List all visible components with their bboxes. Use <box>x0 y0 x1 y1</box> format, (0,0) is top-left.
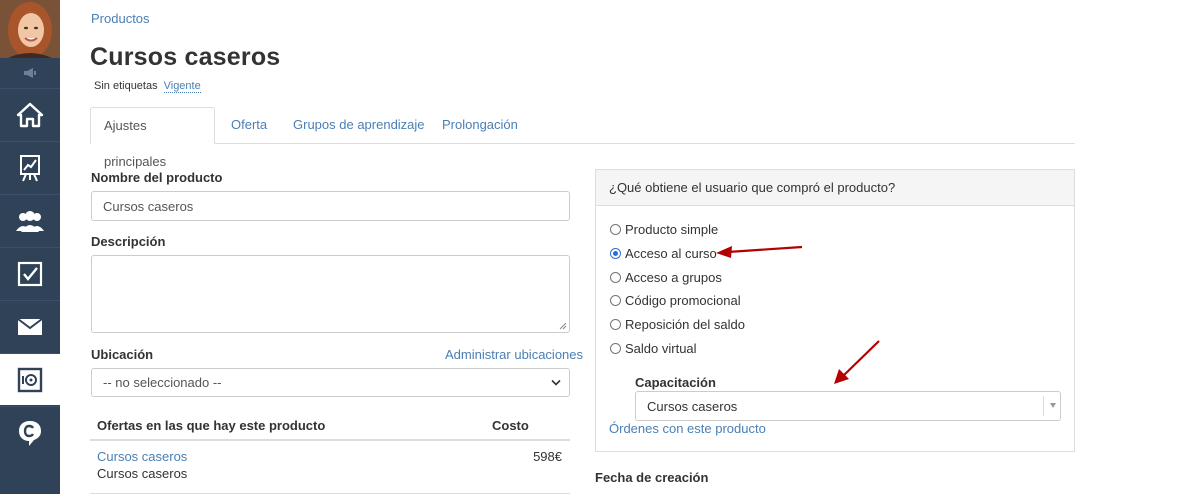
chevron-down-icon <box>551 379 561 386</box>
sidebar-item-messages[interactable] <box>0 300 60 352</box>
option-acceso-al-curso[interactable]: Acceso al curso <box>610 245 717 261</box>
radio-acceso-a-grupos[interactable] <box>610 271 621 283</box>
users-icon <box>16 210 44 232</box>
chat-icon <box>19 420 41 446</box>
radio-saldo-virtual[interactable] <box>610 342 621 354</box>
radio-producto-simple[interactable] <box>610 223 621 235</box>
option-codigo-promocional[interactable]: Código promocional <box>610 292 741 308</box>
page-title: Cursos caseros <box>90 43 281 71</box>
option-label: Acceso al curso <box>625 245 717 261</box>
megaphone-icon[interactable] <box>0 58 60 88</box>
option-saldo-virtual[interactable]: Saldo virtual <box>610 340 697 356</box>
sidebar <box>0 0 60 494</box>
tags-label: Sin etiquetas <box>94 80 158 92</box>
location-select-value: -- no seleccionado -- <box>103 375 222 390</box>
description-label: Descripción <box>91 234 166 249</box>
capacitacion-value: Cursos caseros <box>647 398 738 414</box>
option-producto-simple[interactable]: Producto simple <box>610 221 718 237</box>
panel-question: ¿Qué obtiene el usuario que compró el pr… <box>596 170 1074 206</box>
option-acceso-a-grupos[interactable]: Acceso a grupos <box>610 269 722 285</box>
sidebar-item-safe[interactable] <box>0 353 60 405</box>
radio-reposicion-del-saldo[interactable] <box>610 318 621 330</box>
status-badge[interactable]: Vigente <box>163 80 201 93</box>
dropdown-arrow-icon <box>1050 403 1056 408</box>
offer-subtitle: Cursos caseros <box>97 466 188 481</box>
tab-prolongacion[interactable]: Prolongación <box>429 107 531 144</box>
tab-grupos-de-aprendizaje[interactable]: Grupos de aprendizaje <box>280 107 438 144</box>
product-type-panel: ¿Qué obtiene el usuario que compró el pr… <box>595 169 1075 452</box>
product-name-input[interactable]: Cursos caseros <box>91 191 570 221</box>
tab-oferta[interactable]: Oferta <box>218 107 280 144</box>
sidebar-item-chat[interactable] <box>0 406 60 458</box>
safe-icon <box>17 367 43 392</box>
resize-grip-icon[interactable] <box>559 322 567 330</box>
radio-acceso-al-curso[interactable] <box>610 247 621 259</box>
avatar[interactable] <box>0 0 60 58</box>
sidebar-item-tasks[interactable] <box>0 247 60 299</box>
product-name-label: Nombre del producto <box>91 170 223 185</box>
offer-name-link[interactable]: Cursos caseros <box>97 449 187 464</box>
option-label: Acceso a grupos <box>625 269 722 285</box>
location-select[interactable]: -- no seleccionado -- <box>91 368 570 397</box>
offers-col-name: Ofertas en las que hay este producto <box>97 418 326 433</box>
radio-codigo-promocional[interactable] <box>610 294 621 306</box>
location-label: Ubicación <box>91 347 154 362</box>
manage-locations-link[interactable]: Administrar ubicaciones <box>445 347 583 362</box>
envelope-icon <box>17 317 43 335</box>
creation-date-label: Fecha de creación <box>595 470 709 485</box>
select-divider <box>1043 396 1044 416</box>
sidebar-item-stats[interactable] <box>0 141 60 193</box>
option-label: Código promocional <box>625 292 741 308</box>
capacitacion-select[interactable]: Cursos caseros <box>635 391 1061 421</box>
offers-col-cost: Costo <box>492 418 529 433</box>
chart-icon <box>20 154 40 181</box>
home-icon <box>16 102 44 127</box>
option-reposicion-del-saldo[interactable]: Reposición del saldo <box>610 316 745 332</box>
orders-with-product-link[interactable]: Órdenes con este producto <box>609 421 766 436</box>
offers-table-header: Ofertas en las que hay este producto Cos… <box>90 410 570 441</box>
option-label: Producto simple <box>625 221 719 237</box>
tab-bar: Ajustes principales Oferta Grupos de apr… <box>90 107 1075 169</box>
option-label: Saldo virtual <box>625 340 697 356</box>
table-row: Cursos caseros Cursos caseros 598€ <box>90 443 570 494</box>
tab-ajustes-principales[interactable]: Ajustes principales <box>90 107 215 169</box>
checkbox-icon <box>17 261 43 286</box>
option-label: Reposición del saldo <box>625 316 745 332</box>
breadcrumb[interactable]: Productos <box>91 11 150 26</box>
description-textarea[interactable] <box>91 255 570 333</box>
offer-price: 598€ <box>533 449 562 464</box>
tags-line: Sin etiquetas Vigente <box>94 80 201 93</box>
sidebar-item-users[interactable] <box>0 194 60 246</box>
capacitacion-label: Capacitación <box>635 375 716 390</box>
sidebar-item-home[interactable] <box>0 88 60 140</box>
